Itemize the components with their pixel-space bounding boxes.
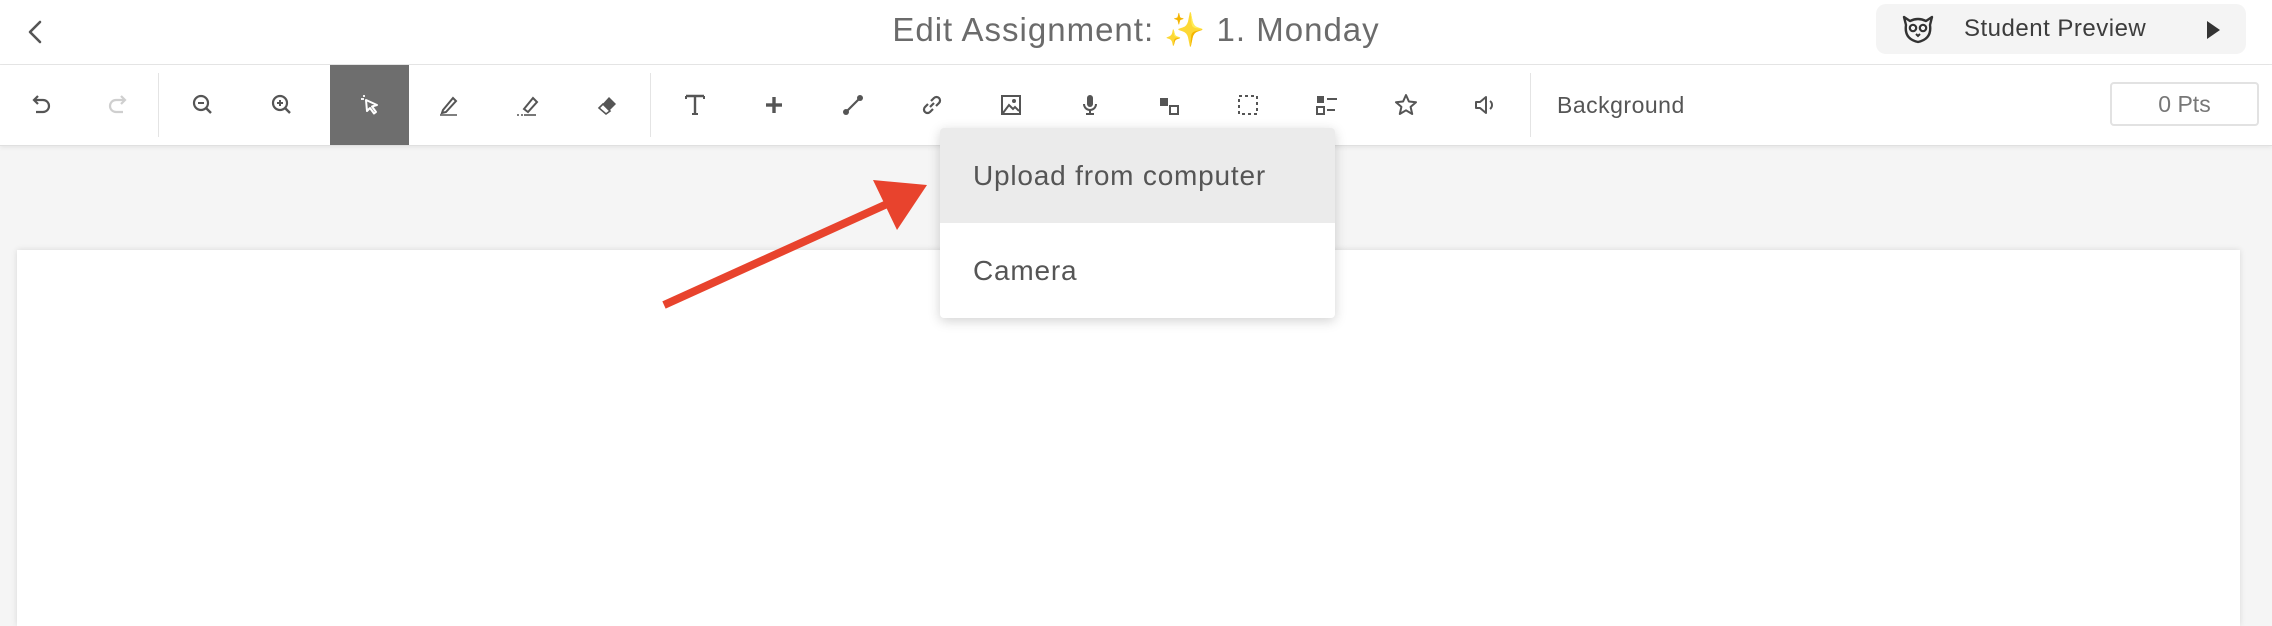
title-prefix: Edit Assignment:	[892, 11, 1165, 48]
play-icon	[2207, 21, 2220, 39]
chevron-left-icon	[28, 20, 42, 44]
assignment-name: 1. Monday	[1206, 11, 1380, 48]
eraser-tool-button[interactable]	[567, 65, 646, 145]
pen-icon	[439, 96, 457, 116]
image-icon	[1000, 95, 1021, 115]
star-icon	[1394, 94, 1417, 115]
camera-option[interactable]: Camera	[940, 223, 1335, 318]
select-tool-button[interactable]	[330, 65, 409, 145]
checklist-icon	[1315, 96, 1337, 115]
highlighter-tool-button[interactable]	[488, 65, 567, 145]
student-preview-label: Student Preview	[1964, 15, 2147, 42]
zoom-out-button[interactable]	[163, 65, 242, 145]
upload-from-computer-option[interactable]: Upload from computer	[940, 128, 1335, 223]
app-header: Edit Assignment: ✨ 1. Monday Student Pre…	[0, 0, 2272, 65]
undo-button[interactable]	[0, 65, 79, 145]
speaker-icon	[1474, 96, 1493, 114]
shapes-icon	[1159, 98, 1179, 115]
add-tool-button[interactable]	[734, 65, 813, 145]
redo-button[interactable]	[79, 65, 158, 145]
background-button[interactable]: Background	[1557, 65, 1685, 145]
owl-logo-icon	[1902, 15, 1934, 44]
microphone-icon	[1082, 95, 1097, 115]
zoom-in-icon	[271, 94, 291, 114]
select-cursor-icon	[360, 95, 378, 115]
toolbar-divider	[650, 73, 651, 137]
pen-tool-button[interactable]	[409, 65, 488, 145]
points-field[interactable]: 0 Pts	[2110, 82, 2259, 126]
redo-icon	[108, 95, 127, 114]
plus-icon	[765, 97, 782, 113]
link-icon	[922, 95, 941, 115]
selection-box-icon	[1237, 95, 1258, 115]
eraser-icon	[597, 97, 616, 116]
line-tool-button[interactable]	[813, 65, 892, 145]
undo-icon	[31, 95, 50, 114]
highlighter-icon	[516, 96, 538, 116]
student-preview-button[interactable]: Student Preview	[1876, 4, 2246, 54]
text-tool-button[interactable]	[655, 65, 734, 145]
toolbar-divider	[1530, 73, 1531, 137]
zoom-out-icon	[192, 94, 212, 114]
zoom-in-button[interactable]	[242, 65, 321, 145]
text-icon	[684, 94, 705, 115]
toolbar-divider	[158, 73, 159, 137]
image-upload-menu: Upload from computer Camera	[940, 128, 1335, 318]
back-button[interactable]	[16, 12, 56, 52]
sparkle-emoji: ✨	[1164, 11, 1207, 48]
speaker-tool-button[interactable]	[1445, 65, 1524, 145]
annotation-arrow-head	[873, 180, 927, 230]
line-icon	[842, 95, 863, 115]
sticker-tool-button[interactable]	[1366, 65, 1445, 145]
